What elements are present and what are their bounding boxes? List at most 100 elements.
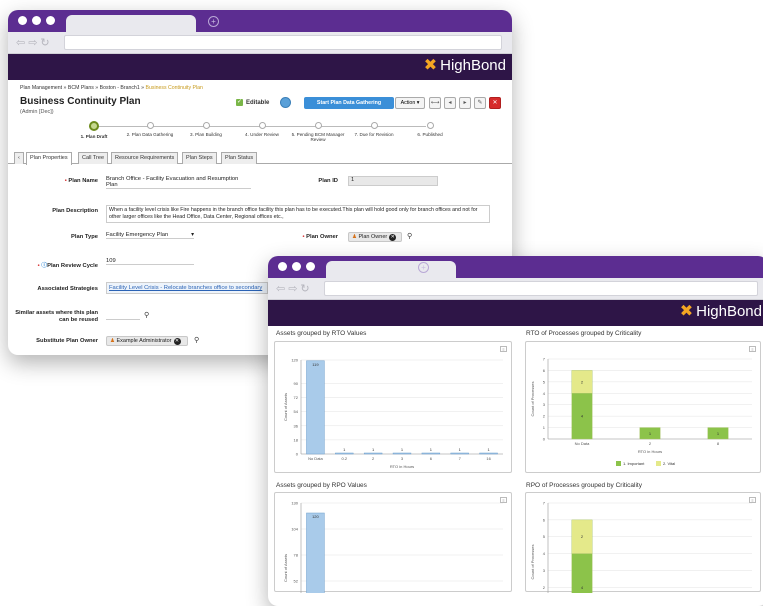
editable-indicator: ✓ Editable <box>236 99 270 106</box>
bar <box>479 452 498 455</box>
breadcrumb-branch[interactable]: Boston - Branch1 <box>100 85 140 91</box>
x-tick-label: 6 <box>430 456 433 461</box>
globe-icon[interactable] <box>280 97 291 108</box>
associated-strategies-field[interactable]: Facility Level Crisis - Relocate branche… <box>106 282 268 294</box>
tab-plan-status[interactable]: Plan Status <box>221 152 258 164</box>
remove-icon: ✕ <box>389 234 397 241</box>
plan-tabs: ‹ Plan Properties Call Tree Resource Req… <box>8 152 512 165</box>
chart-panel-rpo-assets: ≡265278104130Count of Assets120 <box>274 492 512 606</box>
window-control-minimize[interactable] <box>292 262 301 271</box>
search-icon[interactable]: ⚲ <box>144 311 149 319</box>
chevron-down-icon: ▾ <box>191 232 194 238</box>
tabs-scroll-left-icon[interactable]: ‹ <box>14 152 24 164</box>
plan-review-cycle-label: • ⓘPlan Review Cycle <box>37 263 98 269</box>
plan-type-select[interactable]: Facility Emergency Plan ▾ <box>106 232 194 239</box>
panel-menu-icon[interactable]: ≡ <box>749 346 756 352</box>
chart-panel-rto-processes: ≡ 0 1 2 3 4 5 6 7 Count of Processes RTO in Hours N… <box>525 341 761 473</box>
rpo-processes-chart: 01234567Count of Processes4211 <box>530 501 752 606</box>
tab-call-tree[interactable]: Call Tree <box>78 152 109 164</box>
nav-arrows-icon[interactable]: ⇦⇨↻ <box>276 282 313 295</box>
y-axis-title: Count of Processes <box>530 382 535 417</box>
window-control-maximize[interactable] <box>306 262 315 271</box>
breadcrumb-plan-management[interactable]: Plan Management <box>20 85 62 91</box>
search-icon[interactable]: ⚲ <box>407 232 412 240</box>
legend-label: 1. Important <box>623 461 645 466</box>
bar <box>306 512 325 606</box>
browser-tab[interactable] <box>66 15 196 32</box>
step-data-gathering[interactable]: 2. Plan Data Gathering <box>123 122 177 137</box>
panel-menu-icon[interactable]: ≡ <box>749 497 756 503</box>
search-icon[interactable]: ⚲ <box>194 336 199 344</box>
y-tick-label: 0 <box>296 452 299 457</box>
x-tick-label: No Data <box>308 456 323 461</box>
x-tick-label: 2 <box>372 456 375 461</box>
y-axis-title: Count of Assets <box>283 554 288 582</box>
bar <box>421 452 441 455</box>
address-bar: ⇦⇨↻ <box>8 32 512 54</box>
data-label: 1 <box>459 447 462 452</box>
url-input[interactable] <box>324 281 758 296</box>
y-tick-label: 52 <box>294 579 299 584</box>
x-tick-label: 16 <box>486 456 491 461</box>
y-tick-label: 18 <box>294 437 299 442</box>
breadcrumb-bcm-plans[interactable]: BCM Plans <box>68 85 94 91</box>
plan-owner-label: • Plan Owner <box>302 234 338 240</box>
browser-tab[interactable] <box>326 261 456 278</box>
legend-label: 2. Vital <box>663 461 675 466</box>
panel-menu-icon[interactable]: ≡ <box>500 497 507 503</box>
link-icon[interactable]: ⟷ <box>429 97 441 109</box>
action-menu-button[interactable]: Action ▾ <box>395 97 425 109</box>
y-tick-label: 5 <box>543 379 546 384</box>
edit-icon[interactable]: ✎ <box>474 97 486 109</box>
panel-title-rto-assets: Assets grouped by RTO Values <box>276 330 367 337</box>
y-tick-label: 130 <box>291 501 298 506</box>
chart-panel-rto-assets: ≡ 0 18 36 54 72 90 120 Count of Assets RTO in Hou… <box>274 341 512 473</box>
substitute-owner-chip[interactable]: ♟ Example Administrator ✕ <box>106 336 188 346</box>
bar <box>306 360 325 455</box>
plan-name-input[interactable]: Branch Office - Facility Evacuation and … <box>106 176 251 189</box>
y-tick-label: 6 <box>543 368 546 373</box>
step-published[interactable]: 6. Published <box>403 122 457 137</box>
page-subtitle: (Admin [Dec]) <box>20 109 54 115</box>
y-tick-label: 7 <box>543 357 546 362</box>
prev-icon[interactable]: ◂ <box>444 97 456 109</box>
step-under-review[interactable]: 4. Under Review <box>235 122 289 137</box>
window-control-close[interactable] <box>278 262 287 271</box>
new-tab-icon[interactable]: + <box>418 262 429 273</box>
new-tab-icon[interactable]: + <box>208 16 219 27</box>
y-tick-label: 2 <box>543 414 546 419</box>
window-control-minimize[interactable] <box>32 16 41 25</box>
x-axis-title: RTO in Hours <box>390 464 414 469</box>
browser-tab-bar: + <box>8 10 512 32</box>
window-control-maximize[interactable] <box>46 16 55 25</box>
rto-processes-chart: 0 1 2 3 4 5 6 7 Count of Processes RTO in Hours No… <box>530 357 752 466</box>
y-tick-label: 120 <box>291 358 298 363</box>
y-axis-title: Count of Processes <box>530 545 535 580</box>
plan-owner-chip[interactable]: ♟ Plan Owner ✕ <box>348 232 402 242</box>
next-icon[interactable]: ▸ <box>459 97 471 109</box>
tab-plan-steps[interactable]: Plan Steps <box>182 152 217 164</box>
data-label: 1 <box>372 447 375 452</box>
window-control-close[interactable] <box>18 16 27 25</box>
substitute-owner-label: Substitute Plan Owner <box>36 338 98 344</box>
step-pending-review[interactable]: 5. Pending BCM Manager Review <box>291 122 345 142</box>
chart-panel-rpo-processes: ≡01234567Count of Processes4211 <box>525 492 761 606</box>
start-gathering-button[interactable]: Start Plan Data Gathering <box>304 97 394 109</box>
tab-resource-requirements[interactable]: Resource Requirements <box>111 152 179 164</box>
breadcrumb-current: Business Continuity Plan <box>145 85 203 91</box>
y-tick-label: 104 <box>291 527 298 532</box>
step-plan-draft[interactable]: 1. Plan Draft <box>67 121 121 139</box>
highbond-mark-icon: ✖ <box>679 303 694 320</box>
panel-title-rpo-assets: Assets grouped by RPO Values <box>276 482 367 489</box>
panel-menu-icon[interactable]: ≡ <box>500 346 507 352</box>
step-due-revision[interactable]: 7. Due for Revision <box>347 122 401 137</box>
review-cycle-input[interactable]: 109 <box>106 258 194 265</box>
close-icon[interactable]: ✕ <box>489 97 501 109</box>
url-input[interactable] <box>64 35 502 50</box>
y-tick-label: 2 <box>543 585 546 590</box>
step-plan-building[interactable]: 3. Plan Building <box>179 122 233 137</box>
plan-description-input[interactable]: When a facility level crisis like Fire h… <box>106 205 490 223</box>
nav-arrows-icon[interactable]: ⇦⇨↻ <box>16 36 53 49</box>
highbond-logo: ✖ HighBond <box>423 57 506 74</box>
similar-assets-input[interactable] <box>106 314 140 320</box>
